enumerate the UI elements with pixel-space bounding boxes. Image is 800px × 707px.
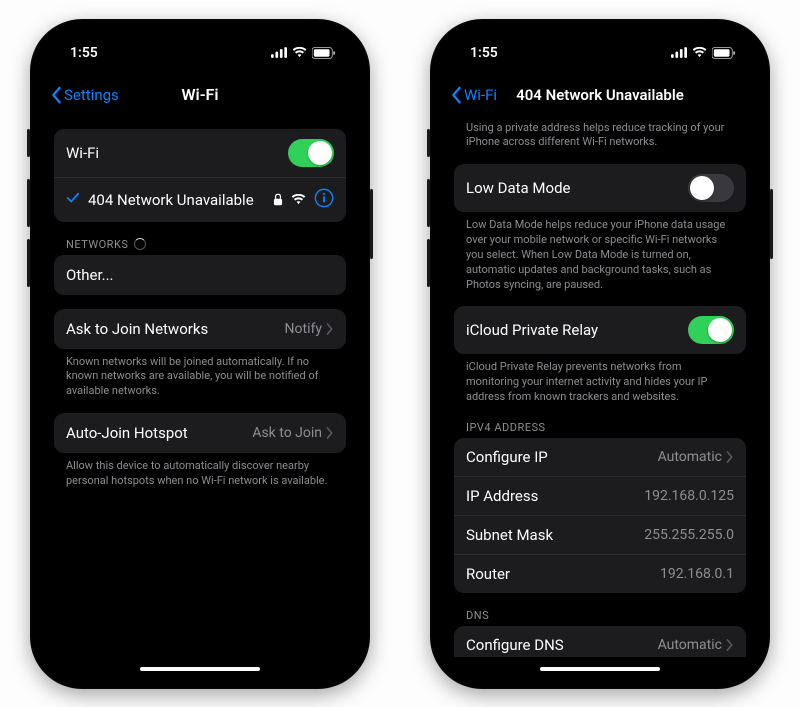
status-indicators [271, 47, 336, 59]
chevron-left-icon [50, 86, 62, 104]
status-time: 1:55 [70, 45, 98, 61]
notch [125, 31, 275, 57]
ip-address-row: IP Address 192.168.0.125 [454, 476, 746, 515]
subnet-value: 255.255.255.0 [644, 527, 734, 543]
wifi-signal-icon [291, 194, 306, 205]
ip-address-value: 192.168.0.125 [644, 488, 734, 504]
ask-join-footer: Known networks will be joined automatica… [66, 355, 334, 400]
configure-dns-value: Automatic [658, 637, 722, 653]
wifi-group: Wi-Fi 404 Network Unavailable [54, 129, 346, 222]
notch [525, 31, 675, 57]
page-title: 404 Network Unavailable [516, 86, 684, 104]
configure-ip-label: Configure IP [466, 448, 548, 466]
back-button[interactable]: Settings [50, 86, 119, 104]
ask-join-group: Ask to Join Networks Notify [54, 309, 346, 349]
configure-dns-row[interactable]: Configure DNS Automatic [454, 626, 746, 657]
router-label: Router [466, 565, 510, 583]
chevron-right-icon [726, 639, 734, 651]
status-time: 1:55 [470, 45, 498, 61]
other-networks-group: Other... [54, 255, 346, 295]
private-address-footer: Using a private address helps reduce tra… [466, 121, 734, 151]
screen-left: 1:55 Settings Wi-Fi Wi-Fi [42, 31, 358, 677]
home-indicator[interactable] [540, 667, 660, 671]
ipv4-group: Configure IP Automatic IP Address 192.16… [454, 438, 746, 593]
networks-header: NETWORKS [66, 238, 334, 251]
auto-hotspot-group: Auto-Join Hotspot Ask to Join [54, 413, 346, 453]
low-data-group: Low Data Mode [454, 164, 746, 212]
phone-left: 1:55 Settings Wi-Fi Wi-Fi [30, 19, 370, 689]
cellular-icon [271, 47, 287, 58]
configure-dns-label: Configure DNS [466, 636, 564, 654]
back-label: Wi-Fi [464, 86, 497, 104]
auto-hotspot-footer: Allow this device to automatically disco… [66, 459, 334, 489]
low-data-label: Low Data Mode [466, 179, 570, 197]
back-button[interactable]: Wi-Fi [450, 86, 497, 104]
configure-ip-row[interactable]: Configure IP Automatic [454, 438, 746, 476]
status-indicators [671, 47, 736, 59]
relay-row[interactable]: iCloud Private Relay [454, 306, 746, 354]
ask-join-value: Notify [285, 321, 322, 337]
content: Using a private address helps reduce tra… [442, 115, 758, 657]
ask-join-row[interactable]: Ask to Join Networks Notify [54, 309, 346, 349]
wifi-icon [292, 47, 307, 58]
ipv4-header: IPV4 ADDRESS [466, 421, 734, 434]
chevron-right-icon [326, 323, 334, 335]
wifi-icon [692, 47, 707, 58]
subnet-label: Subnet Mask [466, 526, 553, 544]
battery-icon [312, 47, 336, 59]
other-network-row[interactable]: Other... [54, 255, 346, 295]
info-icon[interactable] [314, 188, 334, 212]
auto-hotspot-row[interactable]: Auto-Join Hotspot Ask to Join [54, 413, 346, 453]
spinner-icon [134, 238, 146, 250]
current-network-row[interactable]: 404 Network Unavailable [54, 177, 346, 222]
nav-bar: Settings Wi-Fi [42, 75, 358, 115]
relay-group: iCloud Private Relay [454, 306, 746, 354]
ip-address-label: IP Address [466, 487, 538, 505]
router-value: 192.168.0.1 [660, 566, 734, 582]
auto-hotspot-value: Ask to Join [252, 425, 322, 441]
phone-right: 1:55 Wi-Fi 404 Network Unavailable Using… [430, 19, 770, 689]
checkmark-icon [66, 191, 80, 209]
relay-label: iCloud Private Relay [466, 321, 598, 339]
dns-group: Configure DNS Automatic [454, 626, 746, 657]
low-data-footer: Low Data Mode helps reduce your iPhone d… [466, 218, 734, 292]
chevron-right-icon [726, 451, 734, 463]
nav-bar: Wi-Fi 404 Network Unavailable [442, 75, 758, 115]
wifi-toggle-row[interactable]: Wi-Fi [54, 129, 346, 177]
auto-hotspot-label: Auto-Join Hotspot [66, 424, 188, 442]
screen-right: 1:55 Wi-Fi 404 Network Unavailable Using… [442, 31, 758, 677]
network-name: 404 Network Unavailable [88, 191, 254, 209]
other-label: Other... [66, 266, 114, 284]
low-data-row[interactable]: Low Data Mode [454, 164, 746, 212]
lock-icon [273, 193, 283, 206]
dns-header: DNS [466, 609, 734, 622]
page-title: Wi-Fi [181, 85, 218, 104]
relay-footer: iCloud Private Relay prevents networks f… [466, 360, 734, 405]
relay-toggle[interactable] [688, 316, 734, 344]
chevron-left-icon [450, 86, 462, 104]
chevron-right-icon [326, 427, 334, 439]
low-data-toggle[interactable] [688, 174, 734, 202]
wifi-toggle[interactable] [288, 139, 334, 167]
configure-ip-value: Automatic [658, 449, 722, 465]
subnet-row: Subnet Mask 255.255.255.0 [454, 515, 746, 554]
router-row: Router 192.168.0.1 [454, 554, 746, 593]
battery-icon [712, 47, 736, 59]
wifi-label: Wi-Fi [66, 144, 99, 162]
content: Wi-Fi 404 Network Unavailable [42, 115, 358, 657]
cellular-icon [671, 47, 687, 58]
ask-join-label: Ask to Join Networks [66, 320, 208, 338]
home-indicator[interactable] [140, 667, 260, 671]
back-label: Settings [64, 86, 119, 104]
